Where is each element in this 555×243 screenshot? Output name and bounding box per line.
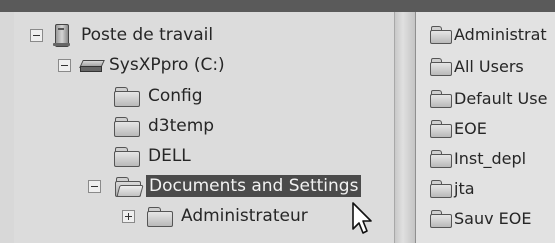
list-item-label: Sauv EOE (454, 208, 532, 228)
tree-item-d3temp[interactable]: d3temp (114, 113, 214, 139)
drive-icon (79, 56, 105, 74)
tree-item-poste-de-travail[interactable]: Poste de travail (30, 22, 213, 48)
open-folder-icon (115, 176, 144, 197)
folder-icon (430, 25, 452, 44)
tree-item-dell[interactable]: DELL (114, 143, 191, 169)
tree-item-administrateur[interactable]: Administrateur (122, 203, 308, 229)
computer-icon (51, 23, 73, 47)
pane-splitter[interactable] (395, 12, 416, 243)
tree-item-label-selected: Documents and Settings (146, 175, 362, 197)
collapse-toggle-icon[interactable] (30, 28, 43, 42)
tree-item-label: Administrateur (181, 206, 308, 226)
tree-item-label: SysXPpro (C:) (109, 55, 225, 75)
folder-icon (430, 57, 452, 76)
tree-item-documents-and-settings[interactable]: Documents and Settings (88, 173, 362, 199)
tree-item-sysxppro-drive[interactable]: SysXPpro (C:) (58, 52, 225, 78)
tree-item-config[interactable]: Config (114, 83, 203, 109)
tree-item-label: d3temp (148, 116, 215, 136)
window-top-edge (0, 0, 555, 12)
folder-icon (430, 179, 452, 198)
folder-icon (430, 149, 452, 168)
list-item[interactable]: All Users (430, 54, 524, 78)
arrow-cursor-icon (352, 202, 372, 234)
list-item[interactable]: Default Use (430, 86, 547, 110)
list-item-label: Default Use (454, 88, 548, 108)
tree-item-label: Poste de travail (81, 25, 214, 45)
folder-icon (430, 119, 452, 138)
list-item[interactable]: jta (430, 176, 475, 200)
explorer-window: Poste de travail SysXPpro (C:) Config d3… (0, 0, 555, 243)
list-item-label: jta (454, 178, 475, 198)
folder-contents-pane[interactable]: Administrat All Users Default Use EOE In… (416, 12, 555, 243)
list-item[interactable]: Inst_depl (430, 146, 526, 170)
folder-icon (114, 116, 140, 137)
list-item-label: All Users (454, 56, 524, 76)
list-item-label: Inst_depl (454, 148, 527, 168)
folder-tree-pane[interactable]: Poste de travail SysXPpro (C:) Config d3… (14, 12, 395, 243)
folder-icon (114, 146, 140, 167)
list-item-label: EOE (454, 118, 487, 138)
collapse-toggle-icon[interactable] (58, 58, 71, 72)
list-item[interactable]: Sauv EOE (430, 206, 531, 230)
list-item[interactable]: Administrat (430, 22, 547, 46)
list-item-label: Administrat (454, 24, 547, 44)
expand-toggle-icon[interactable] (122, 209, 135, 223)
folder-icon (430, 209, 452, 228)
folder-icon (430, 89, 452, 108)
tree-item-label: Config (148, 86, 203, 106)
tree-item-label: DELL (148, 146, 191, 166)
folder-icon (147, 206, 173, 227)
list-item[interactable]: EOE (430, 116, 487, 140)
collapse-toggle-icon[interactable] (88, 179, 101, 193)
folder-icon (114, 86, 140, 107)
